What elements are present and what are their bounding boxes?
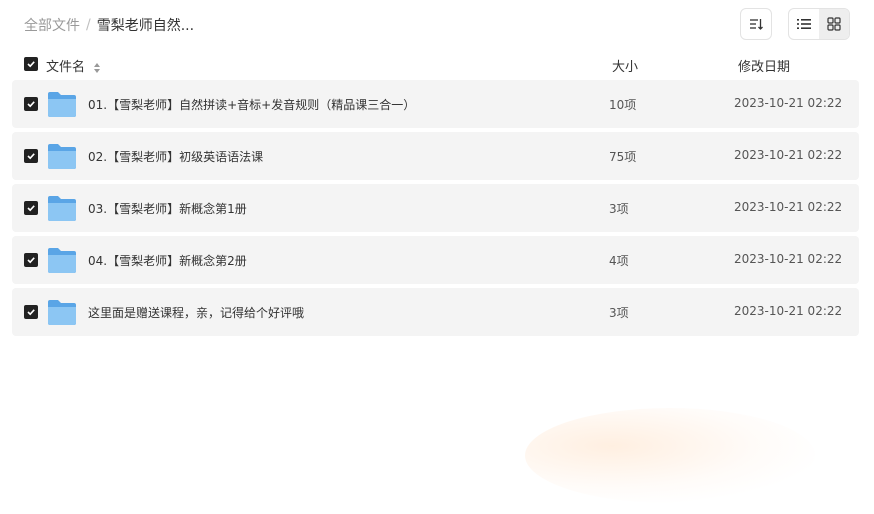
check-icon	[27, 205, 35, 212]
file-row[interactable]: 这里面是赠送课程，亲，记得给个好评哦 3项 2023-10-21 02:22	[12, 288, 859, 336]
file-date: 2023-10-21 02:22	[734, 200, 843, 214]
top-bar: 全部文件 / 雪梨老师自然...	[0, 0, 874, 48]
file-list: 01.【雪梨老师】自然拼读+音标+发音规则（精品课三合一） 10项 2023-1…	[12, 80, 859, 340]
folder-icon	[48, 92, 76, 117]
list-view-button[interactable]	[789, 9, 819, 39]
file-name[interactable]: 04.【雪梨老师】新概念第2册	[88, 252, 247, 269]
row-checkbox[interactable]	[24, 253, 38, 267]
folder-icon	[48, 144, 76, 169]
folder-icon	[48, 300, 76, 325]
sort-arrows-icon	[94, 62, 101, 73]
file-name[interactable]: 03.【雪梨老师】新概念第1册	[88, 200, 247, 217]
row-checkbox[interactable]	[24, 149, 38, 163]
background-glow	[525, 408, 815, 503]
select-all-checkbox[interactable]	[24, 57, 38, 71]
row-checkbox[interactable]	[24, 97, 38, 111]
check-icon	[27, 101, 35, 108]
row-checkbox[interactable]	[24, 201, 38, 215]
file-row[interactable]: 02.【雪梨老师】初级英语语法课 75项 2023-10-21 02:22	[12, 132, 859, 180]
file-date: 2023-10-21 02:22	[734, 304, 843, 318]
file-row[interactable]: 04.【雪梨老师】新概念第2册 4项 2023-10-21 02:22	[12, 236, 859, 284]
folder-icon	[48, 196, 76, 221]
file-size: 75项	[609, 150, 637, 164]
grid-view-button[interactable]	[819, 9, 849, 39]
column-date-header: 修改日期	[738, 60, 791, 75]
check-icon	[27, 309, 35, 316]
check-icon	[27, 61, 35, 68]
breadcrumb-root[interactable]: 全部文件	[24, 15, 80, 35]
file-name[interactable]: 这里面是赠送课程，亲，记得给个好评哦	[88, 304, 304, 321]
file-row[interactable]: 01.【雪梨老师】自然拼读+音标+发音规则（精品课三合一） 10项 2023-1…	[12, 80, 859, 128]
file-name[interactable]: 02.【雪梨老师】初级英语语法课	[88, 148, 263, 165]
file-list-header: 文件名 大小 修改日期	[12, 52, 859, 76]
file-name[interactable]: 01.【雪梨老师】自然拼读+音标+发音规则（精品课三合一）	[88, 96, 415, 113]
column-name-label: 文件名	[46, 60, 86, 75]
file-size: 10项	[609, 98, 637, 112]
breadcrumb-current: 雪梨老师自然...	[96, 18, 195, 34]
file-row[interactable]: 03.【雪梨老师】新概念第1册 3项 2023-10-21 02:22	[12, 184, 859, 232]
column-size-header: 大小	[612, 60, 639, 75]
sort-button[interactable]	[740, 8, 772, 40]
file-date: 2023-10-21 02:22	[734, 148, 843, 162]
breadcrumb-separator: /	[86, 17, 91, 33]
breadcrumb: 全部文件 / 雪梨老师自然...	[24, 15, 194, 35]
file-size: 4项	[609, 254, 629, 268]
check-icon	[27, 257, 35, 264]
folder-icon	[48, 248, 76, 273]
column-name-header[interactable]: 文件名	[46, 56, 101, 75]
sort-icon	[750, 19, 763, 30]
file-size: 3项	[609, 202, 629, 216]
file-size: 3项	[609, 306, 629, 320]
grid-view-icon	[827, 17, 841, 31]
file-date: 2023-10-21 02:22	[734, 96, 843, 110]
list-view-icon	[797, 19, 811, 29]
view-toggle	[788, 8, 850, 40]
row-checkbox[interactable]	[24, 305, 38, 319]
file-date: 2023-10-21 02:22	[734, 252, 843, 266]
check-icon	[27, 153, 35, 160]
